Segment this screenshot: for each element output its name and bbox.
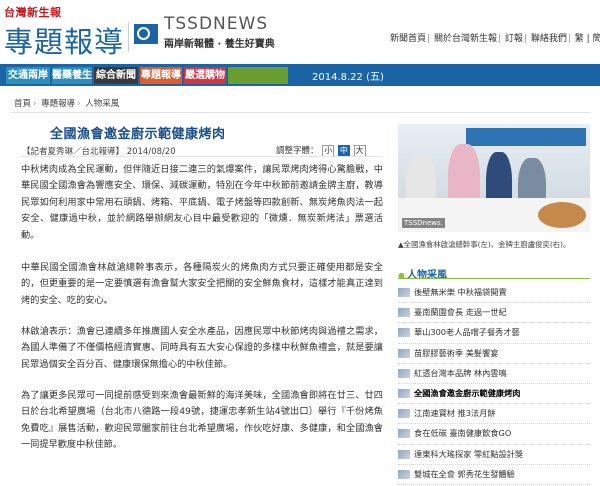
site-header: 台灣新生報 專題報導 TSSDNEWS 兩岸新報體 · 養生好寶典 新聞首頁| … (0, 0, 600, 62)
sidebar-item-label: 苗膠膠藝術季 美髮饗宴 (414, 347, 499, 358)
thumbnail-icon (398, 388, 410, 398)
thumbnail-icon (398, 429, 410, 439)
sidebar-item[interactable]: 食在低碳 臺南健康飲食GO (398, 424, 590, 445)
article-photo[interactable]: TSSDnews. (398, 124, 590, 232)
photo-watermark: TSSDnews. (402, 218, 445, 228)
sidebar-item-label: 江南速寶材 推3法月餅 (414, 408, 496, 419)
link-about[interactable]: 關於台灣新生報 (434, 34, 497, 44)
article-title: 全國漁會邀金廚示範健康烤肉 (50, 127, 226, 142)
thumbnail-icon (398, 368, 410, 378)
tab-features[interactable]: 專題報導 (140, 67, 182, 84)
breadcrumb-home[interactable]: 首頁 (14, 99, 31, 109)
sidebar-item-label: 食在低碳 臺南健康飲食GO (414, 428, 512, 439)
tab-shopping[interactable]: 嚴選購物 (184, 67, 226, 84)
sidebar-list: 後壁無米樂 中秋福袋開賣 臺南蘭園會長 走過一世紀 華山300老人品嚐子餐秀才藝… (398, 283, 590, 485)
font-large-button[interactable]: 大 (353, 144, 366, 157)
font-size-label: 調整字體： (276, 146, 319, 156)
thumbnail-icon (398, 328, 410, 338)
tab-transport[interactable]: 交通兩岸 (6, 67, 50, 84)
current-date: 2014.8.22 (五) (312, 72, 384, 83)
article-paragraph: 林啟滄表示：漁會已連續多年推廣國人安全水產品，因應民眾中秋節烤肉與過禮之需求，為… (21, 326, 383, 370)
brand-title: TSSDNEWS (164, 14, 269, 34)
main-nav: 交通兩岸 醫藥養生 綜合新聞 專題報導 嚴選購物 2014.8.22 (五) (0, 64, 600, 86)
sidebar-item-label: 華山300老人品嚐子餐秀才藝 (414, 327, 520, 338)
sidebar-item[interactable]: 紅透台灣本品牌 林內雲鳴 (398, 364, 590, 384)
divider (398, 278, 590, 279)
font-size-control: 調整字體： 小 中 大 (276, 144, 366, 157)
sidebar-item-current[interactable]: 全國漁會邀金廚示範健康烤肉 (398, 384, 590, 405)
link-home[interactable]: 新聞首頁 (390, 34, 426, 44)
divider (10, 112, 590, 113)
link-divider: | (567, 34, 571, 44)
sidebar-item-label: 雙城在全會 郭秀花生發體驗 (414, 468, 515, 479)
sidebar-item-label: 後壁無米樂 中秋福袋開賣 (414, 287, 507, 297)
sidebar-item[interactable]: 華山300老人品嚐子餐秀才藝 (398, 323, 590, 344)
tab-health[interactable]: 醫藥養生 (52, 67, 92, 84)
article-paragraph: 中華民國全國漁會林啟滄總幹事表示，各種隔炭火的烤魚肉方式只要正確使用都是安全的，… (21, 262, 383, 306)
article-paragraph: 中秋烤肉成為全民運動，但伴隨近日接二連三的氣爆案件，讓民眾烤肉烤得心驚膽戰，中華… (21, 164, 383, 241)
font-medium-button[interactable]: 中 (337, 144, 350, 157)
link-language[interactable]: 繁 | 簡 (575, 34, 600, 44)
brand-subtitle: 兩岸新報體 · 養生好寶典 (164, 39, 275, 50)
chevron-right-icon: › (77, 99, 81, 109)
link-divider: | (427, 34, 431, 44)
article-body: 中秋烤肉成為全民運動，但伴隨近日接二連三的氣爆案件，讓民眾烤肉烤得心驚膽戰，中華… (21, 162, 383, 454)
photo-caption: ▲全國漁會林啟滄總幹事(左)、金牌主廚盧俊奕(右)。 (398, 240, 571, 249)
thumbnail-icon (398, 409, 410, 419)
link-divider: | (497, 34, 501, 44)
top-links: 新聞首頁| 關於台灣新生報| 訂報| 聯絡我們| 繁 | 簡 (390, 31, 600, 44)
thumbnail-icon (398, 449, 410, 459)
thumbnail-icon (398, 308, 410, 318)
breadcrumb-people[interactable]: 人物采風 (85, 99, 119, 109)
sidebar-item[interactable]: 後壁無米樂 中秋福袋開賣 (398, 283, 590, 304)
article-paragraph: 為了讓更多民眾可一同提前感受到來漁會最新鮮的海洋美味，全國漁會即將在廿三、廿四日… (21, 390, 383, 451)
sidebar-item[interactable]: 達東科大瑤探家 零紅點設計獎 (398, 445, 590, 465)
newspaper-logo[interactable]: 台灣新生報 (4, 4, 62, 20)
divider (20, 156, 382, 157)
sidebar-item-label: 全國漁會邀金廚示範健康烤肉 (414, 387, 521, 398)
breadcrumb-features[interactable]: 專題報導 (41, 99, 75, 109)
sidebar-item[interactable]: 苗膠膠藝術季 美髮饗宴 (398, 344, 590, 364)
link-contact[interactable]: 聯絡我們 (531, 34, 567, 44)
tab-general-news[interactable]: 綜合新聞 (94, 67, 138, 84)
breadcrumb: 首頁 › 專題報導 › 人物采風 (14, 97, 119, 109)
sidebar-item-label: 達東科大瑤探家 零紅點設計獎 (414, 448, 524, 459)
thumbnail-icon (398, 348, 410, 358)
tssd-logo-icon (134, 24, 158, 44)
sidebar-item-label: 臺南蘭園會長 走過一世紀 (414, 307, 507, 318)
link-subscribe[interactable]: 訂報 (505, 34, 523, 44)
sidebar-item[interactable]: 臺南蘭園會長 走過一世紀 (398, 303, 590, 324)
chevron-right-icon: › (33, 99, 37, 109)
tab-blank[interactable] (228, 67, 288, 84)
sidebar-item[interactable]: 江南速寶材 推3法月餅 (398, 404, 590, 425)
thumbnail-icon (398, 469, 410, 479)
sidebar-item-label: 紅透台灣本品牌 林內雲鳴 (414, 367, 507, 378)
link-divider: | (523, 34, 527, 44)
sidebar-item[interactable]: 雙城在全會 郭秀花生發體驗 (398, 465, 590, 485)
thumbnail-icon (398, 288, 410, 297)
section-title: 專題報導 (4, 25, 125, 59)
header-divider (128, 22, 129, 52)
font-small-button[interactable]: 小 (322, 144, 335, 157)
